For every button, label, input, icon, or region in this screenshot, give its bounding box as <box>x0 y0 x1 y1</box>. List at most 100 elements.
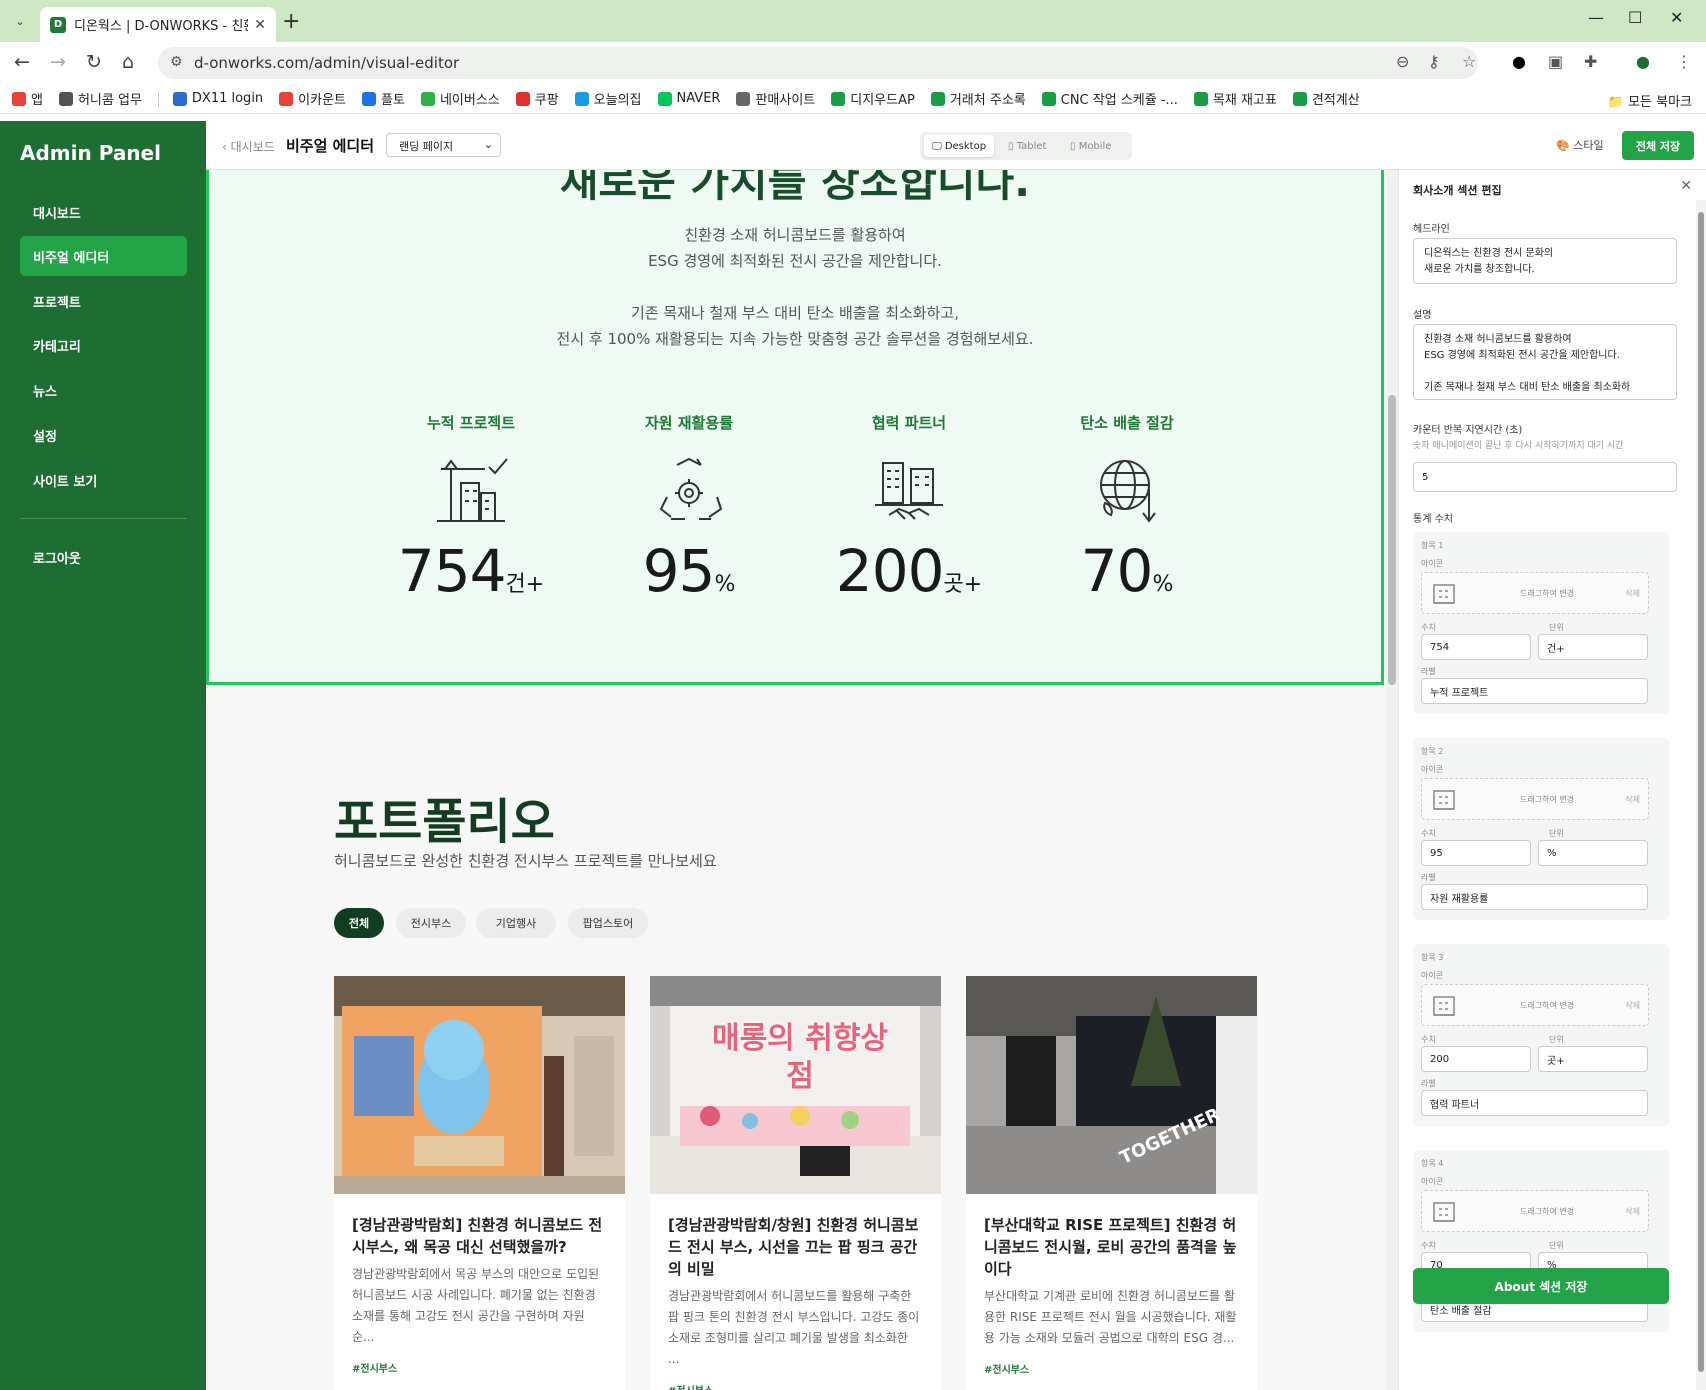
save-all-button[interactable]: 전체 저장 <box>1622 131 1694 160</box>
headline-textarea[interactable]: 디온웍스는 친환경 전시 문화의 새로운 가치를 창조합니다. <box>1413 238 1677 284</box>
bookmark-item[interactable]: 판매사이트 <box>736 89 815 108</box>
filter-exhibition-booth[interactable]: 전시부스 <box>396 908 466 938</box>
value-label: 수치 <box>1421 1241 1436 1250</box>
stat-value-input[interactable]: 754 <box>1421 634 1531 660</box>
browser-menu-icon[interactable]: ⋮ <box>1676 52 1692 71</box>
bookmark-icon <box>420 91 435 106</box>
bookmark-item[interactable]: 네이버스스 <box>420 89 500 108</box>
stat-editor-item: 항목 1 아이콘 드래그하여 변경 삭제 수치 단위 754 건+ 라벨 누적 프로젝트 <box>1413 532 1669 714</box>
device-mobile-button[interactable]: ▯ Mobile <box>1062 135 1120 157</box>
canvas-scrollbar[interactable] <box>1386 170 1398 1390</box>
delete-icon-button[interactable]: 삭제 <box>1625 588 1640 599</box>
new-tab-button[interactable]: + <box>282 9 300 34</box>
stat-item-title: 항목 1 <box>1421 541 1444 550</box>
bookmark-item[interactable]: NAVER <box>657 91 720 106</box>
bookmark-item[interactable]: 쿠팡 <box>515 89 559 108</box>
home-icon[interactable]: ⌂ <box>122 51 134 73</box>
bookmark-item[interactable]: 디지우드AP <box>831 89 915 108</box>
delete-icon-button[interactable]: 삭제 <box>1625 1000 1640 1011</box>
style-button[interactable]: 🎨 스타일 <box>1556 137 1604 153</box>
globe-leaf-icon <box>1087 449 1167 529</box>
sidebar-item-dashboard[interactable]: 대시보드 <box>20 192 187 232</box>
bookmark-item[interactable]: DX11 login <box>172 91 263 106</box>
stat-value-input[interactable]: 200 <box>1421 1046 1531 1072</box>
sidebar-item-categories[interactable]: 카테고리 <box>20 325 187 365</box>
delete-icon-button[interactable]: 삭제 <box>1625 794 1640 805</box>
filter-corporate-event[interactable]: 기업행사 <box>476 908 556 938</box>
sidebar-item-projects[interactable]: 프로젝트 <box>20 281 187 321</box>
close-panel-icon[interactable]: ✕ <box>1680 178 1692 194</box>
icon-dropzone[interactable]: 드래그하여 변경 삭제 <box>1421 572 1649 614</box>
back-icon[interactable]: ← <box>14 51 30 73</box>
bookmark-icon <box>279 91 294 106</box>
bookmark-item[interactable]: 거래처 주소록 <box>930 89 1026 108</box>
save-about-section-button[interactable]: About 섹션 저장 <box>1413 1268 1669 1304</box>
card-image-signage: 매롱의 취향상점 <box>711 1021 889 1094</box>
icon-dropzone[interactable]: 드래그하여 변경 삭제 <box>1421 1190 1649 1232</box>
address-bar[interactable]: ⚙ d-onworks.com/admin/visual-editor <box>158 47 1478 79</box>
sidebar-item-logout[interactable]: 로그아웃 <box>20 537 187 577</box>
bookmark-item[interactable]: 앱 <box>12 89 43 108</box>
bookmark-star-icon[interactable]: ☆ <box>1462 52 1476 71</box>
filter-popup-store[interactable]: 팝업스토어 <box>568 908 648 938</box>
stat-label-input[interactable]: 자원 재활용률 <box>1421 884 1648 910</box>
extension-1-icon[interactable]: ● <box>1512 52 1526 71</box>
reload-icon[interactable]: ↻ <box>86 51 102 73</box>
stat-unit-input[interactable]: 건+ <box>1538 634 1648 660</box>
bookmark-item[interactable]: 견적계산 <box>1292 89 1360 108</box>
icon-dropzone[interactable]: 드래그하여 변경 삭제 <box>1421 984 1649 1026</box>
tab-search-dropdown[interactable]: ⌄ <box>8 10 32 32</box>
bookmark-label: 네이버스스 <box>439 93 500 108</box>
sidebar-item-settings[interactable]: 설정 <box>20 415 187 455</box>
portfolio-card[interactable]: 매롱의 취향상점 [경남관광박람회/창원] 친환경 허니콤보드 전시 부스, 시… <box>650 976 941 1390</box>
forward-icon[interactable]: → <box>50 51 66 73</box>
canvas-scrollbar-thumb[interactable] <box>1388 395 1396 685</box>
bookmark-item[interactable]: 목재 재고표 <box>1193 89 1277 108</box>
panel-scrollbar-thumb[interactable] <box>1698 212 1704 1372</box>
extension-2-icon[interactable]: ▣ <box>1548 52 1563 71</box>
delay-hint: 숫자 애니메이션이 끝난 후 다시 시작하기까지 대기 시간 <box>1413 441 1624 451</box>
sidebar-item-visual-editor[interactable]: 비주얼 에디터 <box>20 236 187 276</box>
close-tab-icon[interactable]: ✕ <box>254 17 266 33</box>
stat-label-input[interactable]: 누적 프로젝트 <box>1421 678 1648 704</box>
close-window-icon[interactable]: ✕ <box>1670 8 1683 27</box>
bookmark-item[interactable]: 플토 <box>362 89 405 108</box>
sidebar-item-news[interactable]: 뉴스 <box>20 370 187 410</box>
extensions-puzzle-icon[interactable]: ✚ <box>1584 52 1597 71</box>
browser-tab-active[interactable]: D 디온웍스 | D-ONWORKS - 친환 ✕ <box>40 7 276 42</box>
bookmark-item[interactable]: 오늘의집 <box>574 89 642 108</box>
bookmark-item[interactable]: 이카운트 <box>279 89 346 108</box>
delete-icon-button[interactable]: 삭제 <box>1625 1206 1640 1217</box>
panel-scrollbar[interactable] <box>1696 200 1706 1390</box>
breadcrumb-dashboard[interactable]: ‹ 대시보드 <box>222 138 275 155</box>
bookmark-icon <box>12 91 26 106</box>
minimize-icon[interactable]: — <box>1588 8 1604 27</box>
device-tablet-button[interactable]: ▯ Tablet <box>1000 135 1054 157</box>
site-info-icon[interactable]: ⚙ <box>170 54 183 70</box>
portfolio-card[interactable]: [경남관광박람회] 친환경 허니콤보드 전시부스, 왜 목공 대신 선택했을까?… <box>334 976 625 1390</box>
stat-unit-input[interactable]: 곳+ <box>1538 1046 1648 1072</box>
chevron-down-icon: ⌄ <box>483 138 493 151</box>
profile-avatar[interactable]: ● <box>1636 52 1650 71</box>
stat-unit-input[interactable]: % <box>1538 840 1648 866</box>
about-section-selected[interactable]: 새로운 가치를 창조합니다. 친환경 소재 허니콤보드를 활용하여 ESG 경영… <box>206 170 1384 685</box>
all-bookmarks[interactable]: 📁 모든 북마크 <box>1608 91 1692 110</box>
stat-value-input[interactable]: 95 <box>1421 840 1531 866</box>
device-desktop-label: Desktop <box>944 140 987 152</box>
description-textarea[interactable]: 친환경 소재 허니콤보드를 활용하여 ESG 경영에 최적화된 전시 공간을 제… <box>1413 324 1677 400</box>
zoom-icon[interactable]: ⊖ <box>1396 52 1409 71</box>
maximize-icon[interactable]: ☐ <box>1628 8 1642 27</box>
sidebar-item-view-site[interactable]: 사이트 보기 <box>20 460 187 500</box>
icon-dropzone[interactable]: 드래그하여 변경 삭제 <box>1421 778 1649 820</box>
password-key-icon[interactable]: ⚷ <box>1428 52 1440 71</box>
delay-input[interactable]: 5 <box>1413 462 1677 492</box>
bookmark-item[interactable]: CNC 작업 스케쥴 -... <box>1041 89 1178 108</box>
page-select[interactable]: 랜딩 페이지 ⌄ <box>386 133 501 157</box>
bookmark-item[interactable]: 허니콤 업무 <box>58 89 142 108</box>
device-desktop-button[interactable]: 🖵 Desktop <box>924 135 995 157</box>
card-image: TOGETHER <box>966 976 1257 1194</box>
portfolio-card[interactable]: TOGETHER [부산대학교 RISE 프로젝트] 친환경 허니콤보드 전시월… <box>966 976 1257 1390</box>
stat-label-input[interactable]: 협력 파트너 <box>1421 1090 1648 1116</box>
card-tag: #전시부스 <box>984 1365 1030 1376</box>
filter-all[interactable]: 전체 <box>334 908 384 938</box>
